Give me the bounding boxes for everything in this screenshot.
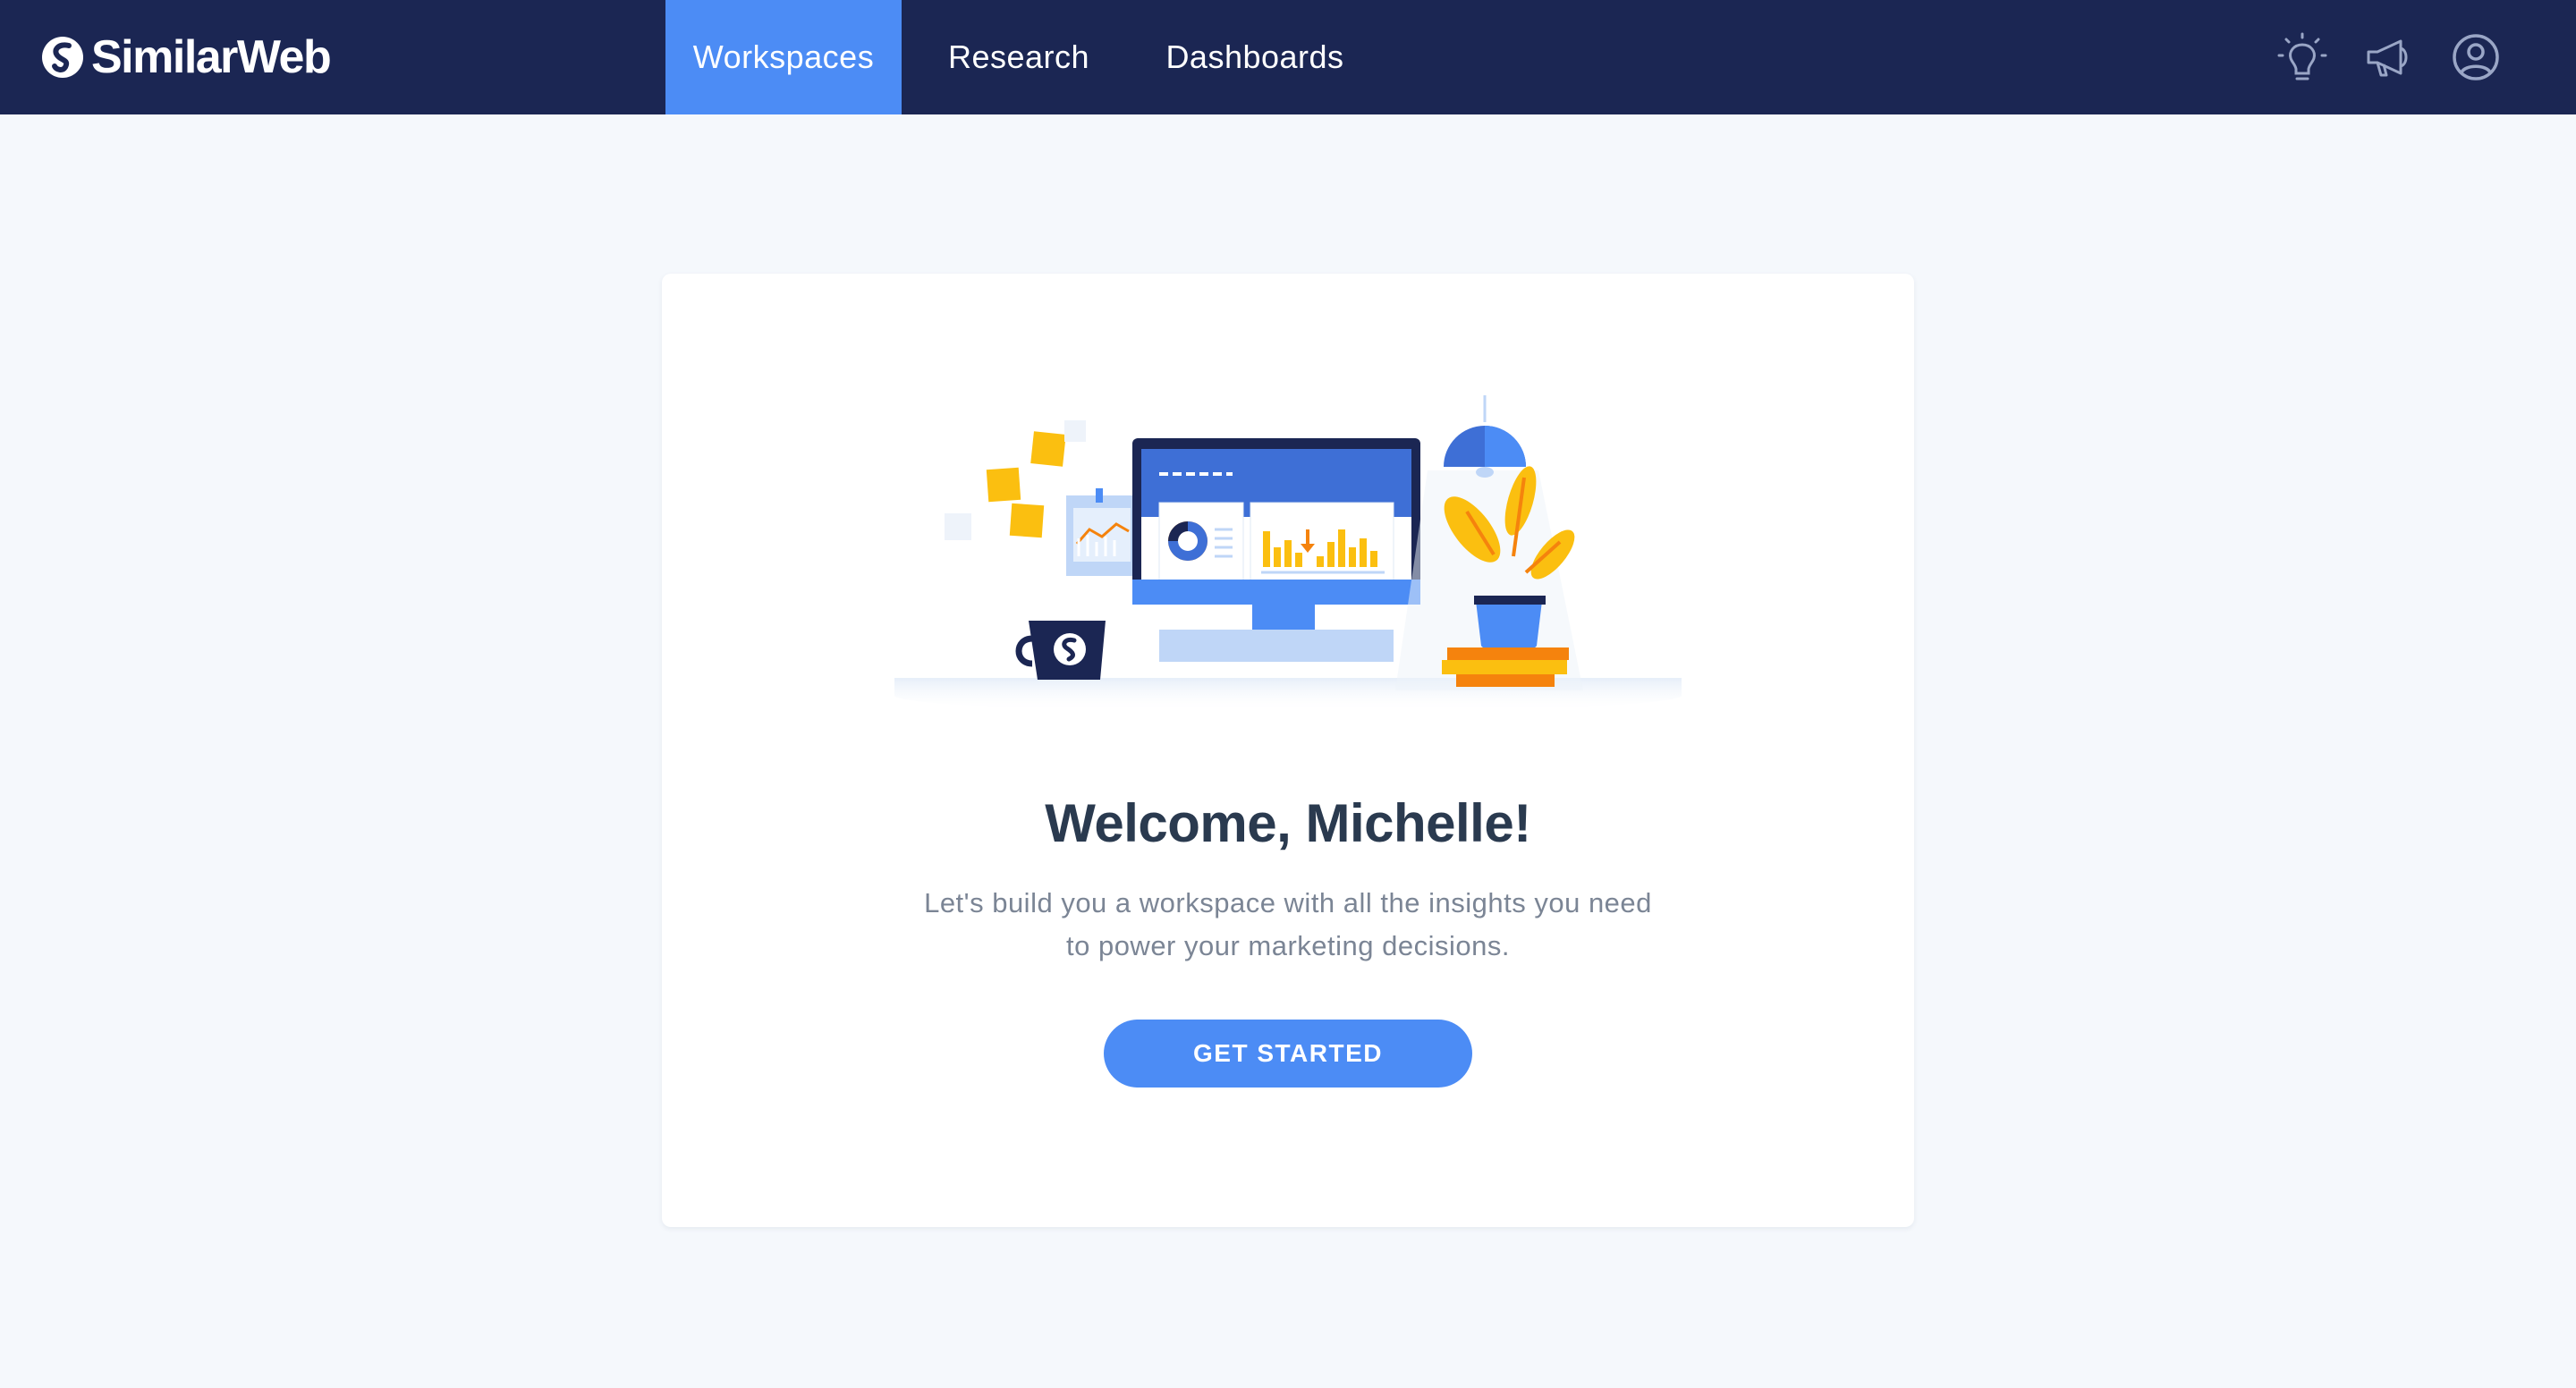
workspace-desk-illustration xyxy=(894,395,1682,712)
lightbulb-icon[interactable] xyxy=(2274,29,2331,86)
brand-name: SimilarWeb xyxy=(91,31,332,83)
welcome-heading: Welcome, Michelle! xyxy=(1045,793,1531,853)
megaphone-icon[interactable] xyxy=(2361,29,2419,86)
user-account-icon[interactable] xyxy=(2447,29,2504,86)
tab-workspaces[interactable]: Workspaces xyxy=(665,0,902,114)
welcome-card: Welcome, Michelle! Let's build you a wor… xyxy=(662,274,1914,1227)
brand-logo[interactable]: SimilarWeb xyxy=(41,30,332,84)
subtitle-line: Let's build you a workspace with all the… xyxy=(924,887,1652,918)
similarweb-logo-icon xyxy=(42,37,83,78)
top-navigation-bar: SimilarWeb Workspaces Research Dashboard… xyxy=(0,0,2576,114)
welcome-subtitle: Let's build you a workspace with all the… xyxy=(841,882,1735,968)
tab-dashboards[interactable]: Dashboards xyxy=(1141,0,1368,114)
subtitle-line: to power your marketing decisions. xyxy=(1065,930,1510,961)
get-started-button[interactable]: GET STARTED xyxy=(1104,1020,1472,1088)
tab-research[interactable]: Research xyxy=(912,0,1125,114)
